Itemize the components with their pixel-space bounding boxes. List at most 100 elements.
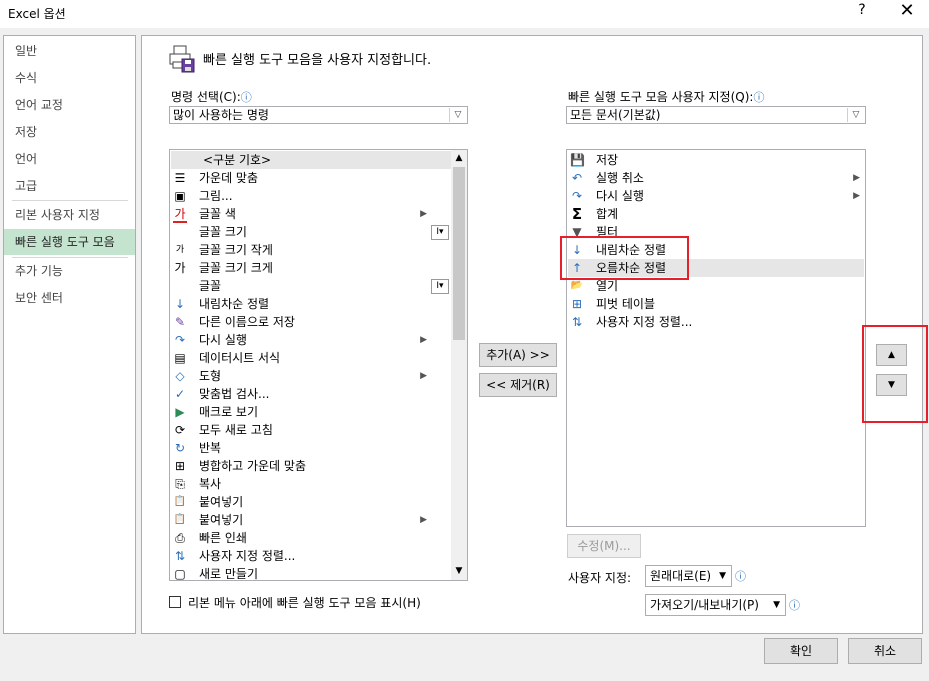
list-item[interactable]: 📋 붙여넣기 ▶ bbox=[171, 511, 451, 529]
nav-item-formulas[interactable]: 수식 bbox=[4, 65, 135, 91]
list-item[interactable]: ↶ 실행 취소 ▶ bbox=[568, 169, 864, 187]
list-item[interactable]: 💾 저장 bbox=[568, 151, 864, 169]
list-item-label: 데이터시트 서식 bbox=[199, 351, 281, 365]
scroll-down-icon[interactable]: ▼ bbox=[451, 563, 467, 580]
chevron-down-icon[interactable]: ▽ bbox=[847, 108, 864, 122]
nav-item-advanced[interactable]: 고급 bbox=[4, 173, 135, 199]
scroll-thumb[interactable] bbox=[453, 167, 465, 340]
list-item[interactable]: 글꼴 I▾ bbox=[171, 277, 451, 295]
spelling-check-icon: ✓ bbox=[174, 387, 186, 401]
help-button[interactable]: ? bbox=[852, 2, 872, 24]
submenu-arrow-icon: ▶ bbox=[420, 209, 427, 219]
repeat-icon: ↻ bbox=[174, 441, 186, 455]
list-item-label: 피벗 테이블 bbox=[596, 297, 656, 311]
reset-dropdown[interactable]: 원래대로(E) ▼ bbox=[645, 565, 732, 587]
list-item-label: 맞춤법 검사... bbox=[199, 387, 270, 401]
list-item[interactable]: ⎙ 빠른 인쇄 bbox=[171, 529, 451, 547]
nav-item-add-ins[interactable]: 추가 기능 bbox=[4, 258, 135, 284]
nav-item-general[interactable]: 일반 bbox=[4, 38, 135, 64]
nav-item-proofing[interactable]: 언어 교정 bbox=[4, 92, 135, 118]
nav-item-save[interactable]: 저장 bbox=[4, 119, 135, 145]
submenu-arrow-icon: ▶ bbox=[853, 191, 860, 201]
list-item[interactable]: 📋 붙여넣기 bbox=[171, 493, 451, 511]
chevron-down-icon[interactable]: ▽ bbox=[449, 108, 466, 122]
list-item[interactable]: 글꼴 크기 I▾ bbox=[171, 223, 451, 241]
nav-item-trust-center[interactable]: 보안 센터 bbox=[4, 285, 135, 311]
cancel-button[interactable]: 취소 bbox=[848, 638, 922, 664]
window-title: Excel 옵션 bbox=[8, 7, 66, 21]
modify-button[interactable]: 수정(M)... bbox=[567, 534, 641, 558]
nav-separator bbox=[12, 200, 128, 201]
list-item-label: 새로 만들기 bbox=[199, 567, 259, 581]
list-item-label: 글꼴 크기 크게 bbox=[199, 261, 273, 275]
list-item-label: 매크로 보기 bbox=[199, 405, 259, 419]
list-scrollbar[interactable]: ▲ ▼ bbox=[451, 150, 467, 580]
highlight-box-sort-items bbox=[560, 236, 689, 280]
font-box-icon: I▾ bbox=[431, 279, 449, 294]
customize-toolbar-value: 모든 문서(기본값) bbox=[570, 108, 661, 122]
list-item[interactable]: ✎ 다른 이름으로 저장 bbox=[171, 313, 451, 331]
align-center-icon: ☰ bbox=[174, 171, 186, 185]
add-button[interactable]: 추가(A) >> bbox=[479, 343, 557, 367]
list-item[interactable]: ↷ 다시 실행 ▶ bbox=[568, 187, 864, 205]
nav-item-language[interactable]: 언어 bbox=[4, 146, 135, 172]
refresh-all-icon: ⟳ bbox=[174, 423, 186, 437]
submenu-arrow-icon: ▶ bbox=[420, 515, 427, 525]
show-below-ribbon-checkbox[interactable] bbox=[169, 596, 181, 608]
decrease-font-icon: 가 bbox=[175, 245, 185, 255]
list-item[interactable]: ▢ 새로 만들기 bbox=[171, 565, 451, 581]
list-item[interactable]: 가 글꼴 크기 크게 bbox=[171, 259, 451, 277]
list-item-label: 그림... bbox=[199, 189, 233, 203]
list-item[interactable]: <구분 기호> bbox=[171, 151, 451, 169]
list-item-label: 저장 bbox=[596, 153, 619, 167]
font-color-icon: 가 bbox=[173, 207, 187, 223]
list-item-label: 글꼴 크기 bbox=[199, 225, 247, 239]
list-item[interactable]: ↻ 반복 bbox=[171, 439, 451, 457]
increase-font-icon: 가 bbox=[174, 261, 186, 275]
options-nav: 일반 수식 언어 교정 저장 언어 고급 리본 사용자 지정 빠른 실행 도구 … bbox=[3, 35, 136, 634]
save-icon: 💾 bbox=[570, 153, 585, 167]
nav-item-quick-access-toolbar[interactable]: 빠른 실행 도구 모음 bbox=[4, 229, 135, 255]
submenu-arrow-icon: ▶ bbox=[420, 335, 427, 345]
import-export-dropdown[interactable]: 가져오기/내보내기(P) ▼ bbox=[645, 594, 786, 616]
list-item[interactable]: Σ 합계 bbox=[568, 205, 864, 223]
list-item[interactable]: ⊞ 병합하고 가운데 맞춤 bbox=[171, 457, 451, 475]
merge-center-icon: ⊞ bbox=[174, 459, 186, 473]
list-item[interactable]: 가 글꼴 색 ▶ bbox=[171, 205, 451, 223]
list-item[interactable]: ↓ 내림차순 정렬 bbox=[171, 295, 451, 313]
list-item[interactable]: ⊞ 피벗 테이블 bbox=[568, 295, 864, 313]
list-item[interactable]: ⎘ 복사 bbox=[171, 475, 451, 493]
close-button[interactable]: ✕ bbox=[893, 0, 921, 24]
list-item[interactable]: ⇅ 사용자 지정 정렬... bbox=[568, 313, 864, 331]
sum-icon: Σ bbox=[571, 205, 583, 223]
pivot-table-icon: ⊞ bbox=[571, 297, 583, 311]
list-item-label: 다시 실행 bbox=[199, 333, 247, 347]
list-item-label: 가운데 맞춤 bbox=[199, 171, 259, 185]
ok-button[interactable]: 확인 bbox=[764, 638, 838, 664]
nav-item-customize-ribbon[interactable]: 리본 사용자 지정 bbox=[4, 202, 135, 228]
choose-commands-combo[interactable]: 많이 사용하는 명령 ▽ bbox=[169, 106, 468, 124]
paste-icon: 📋 bbox=[173, 496, 187, 507]
list-item-label: 합계 bbox=[596, 207, 619, 221]
list-item[interactable]: ⇅ 사용자 지정 정렬... bbox=[171, 547, 451, 565]
list-item[interactable]: ↷ 다시 실행 ▶ bbox=[171, 331, 451, 349]
list-item[interactable]: ⟳ 모두 새로 고침 bbox=[171, 421, 451, 439]
list-item[interactable]: 가 글꼴 크기 작게 bbox=[171, 241, 451, 259]
picture-icon: ▣ bbox=[174, 189, 186, 203]
undo-icon: ↶ bbox=[571, 171, 583, 185]
customize-toolbar-combo[interactable]: 모든 문서(기본값) ▽ bbox=[566, 106, 866, 124]
datasheet-format-icon: ▤ bbox=[174, 351, 186, 365]
list-item[interactable]: ☰ 가운데 맞춤 bbox=[171, 169, 451, 187]
list-item[interactable]: ▤ 데이터시트 서식 bbox=[171, 349, 451, 367]
available-commands-list[interactable]: <구분 기호> ☰ 가운데 맞춤 ▣ 그림... 가 글꼴 색 ▶ 글꼴 크기 I▾ 가글… bbox=[169, 149, 468, 581]
customize-toolbar-label-text: 빠른 실행 도구 모음 사용자 지정(Q): bbox=[568, 90, 754, 104]
list-item[interactable]: ✓ 맞춤법 검사... bbox=[171, 385, 451, 403]
remove-button[interactable]: << 제거(R) bbox=[479, 373, 557, 397]
list-item[interactable]: ◇ 도형 ▶ bbox=[171, 367, 451, 385]
quick-print-icon: ⎙ bbox=[175, 531, 185, 545]
toolbar-commands-list[interactable]: 💾 저장 ↶ 실행 취소 ▶ ↷ 다시 실행 ▶ Σ 합계 ▼ 필터 ↓ 내림차순 정렬 ↑ 오름… bbox=[566, 149, 866, 527]
list-item[interactable]: ▣ 그림... bbox=[171, 187, 451, 205]
list-item[interactable]: ▶ 매크로 보기 bbox=[171, 403, 451, 421]
list-item-label: 실행 취소 bbox=[596, 171, 644, 185]
scroll-up-icon[interactable]: ▲ bbox=[451, 150, 467, 167]
